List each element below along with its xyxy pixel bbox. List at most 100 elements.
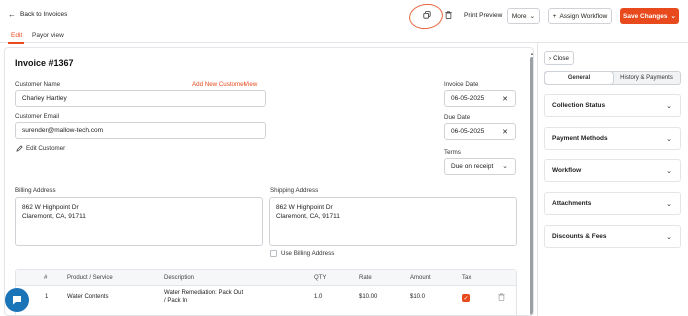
row-description-line-1: Water Remediation: Pack Out: [164, 290, 244, 296]
edit-customer-label: Edit Customer: [26, 145, 66, 152]
shipping-address-field[interactable]: 862 W Highpoint Dr Claremont, CA, 91711: [269, 197, 517, 246]
back-label: Back to Invoices: [20, 11, 68, 18]
invoice-form-panel: ▲ Invoice #1367 Customer Name Add New Cu…: [4, 47, 534, 316]
terms-select[interactable]: Due on receipt ⌄: [444, 158, 516, 175]
billing-address-label: Billing Address: [15, 187, 56, 194]
save-changes-button[interactable]: Save Changes ⌄: [620, 8, 679, 24]
row-rate[interactable]: $10.00: [359, 294, 377, 302]
col-description: Description: [164, 275, 195, 281]
tab-payor-view[interactable]: Payor view: [32, 32, 64, 39]
billing-line-2: Claremont, CA, 91711: [22, 213, 86, 220]
row-description[interactable]: Water Remediation: Pack Out / Pack In: [164, 290, 243, 305]
invoice-date-field[interactable]: 06-05-2025 ✕: [444, 90, 516, 107]
chevron-down-icon: ⌄: [666, 168, 672, 175]
section-title: Collection Status: [552, 102, 606, 109]
use-billing-label: Use Billing Address: [281, 250, 335, 257]
view-tabs: Edit Payor view: [0, 30, 688, 44]
col-number: #: [44, 275, 48, 281]
customer-name-value: Charley Hartley: [22, 95, 67, 102]
col-rate: Rate: [359, 275, 372, 281]
chevron-down-icon: ⌄: [666, 136, 672, 143]
scrollbar[interactable]: [530, 57, 533, 315]
due-date-field[interactable]: 06-05-2025 ✕: [444, 123, 516, 140]
shipping-address-label: Shipping Address: [270, 187, 319, 194]
active-tab-indicator: [8, 42, 24, 44]
tab-edit[interactable]: Edit: [11, 32, 22, 39]
back-to-invoices-link[interactable]: ← Back to Invoices: [8, 9, 68, 19]
billing-line-1: 862 W Highpoint Dr: [22, 204, 79, 211]
top-bar: ← Back to Invoices Print Preview More ⌄ …: [0, 0, 688, 32]
more-label: More: [511, 12, 527, 20]
clear-icon[interactable]: ✕: [502, 128, 508, 136]
row-amount: $10.0: [410, 294, 426, 300]
row-number: 1: [45, 294, 49, 300]
arrow-left-icon: ←: [8, 9, 16, 19]
section-title: Payment Methods: [552, 135, 608, 142]
collection-status-section[interactable]: Collection Status ⌄: [544, 94, 681, 117]
chevron-right-icon: ›: [549, 54, 552, 62]
chat-support-button[interactable]: [5, 288, 29, 312]
due-date-value: 06-05-2025: [451, 128, 485, 135]
col-qty: QTY: [314, 275, 327, 281]
sidebar-divider: [537, 43, 538, 316]
add-new-customer-link[interactable]: Add New Customer: [192, 81, 246, 88]
discounts-fees-section[interactable]: Discounts & Fees ⌄: [544, 225, 681, 248]
line-items-table: # Product / Service Description QTY Rate…: [15, 269, 517, 315]
chevron-down-icon: ⌄: [502, 163, 508, 170]
workflow-section[interactable]: Workflow ⌄: [544, 159, 681, 182]
customer-email-field[interactable]: surender@mallow-tech.com: [15, 122, 266, 139]
chevron-down-icon: ⌄: [666, 234, 672, 241]
assign-workflow-button[interactable]: + Assign Workflow: [548, 8, 612, 24]
tab-general[interactable]: General: [545, 72, 613, 84]
assign-label: Assign Workflow: [559, 12, 608, 20]
customer-email-label: Customer Email: [15, 113, 60, 120]
more-dropdown-button[interactable]: More ⌄: [507, 8, 540, 24]
duplicate-icon[interactable]: [423, 11, 431, 19]
checkbox[interactable]: [270, 250, 277, 257]
chevron-down-icon: ⌄: [529, 13, 536, 20]
clear-icon[interactable]: ✕: [502, 95, 508, 103]
billing-address-field[interactable]: 862 W Highpoint Dr Claremont, CA, 91711: [15, 197, 263, 246]
section-title: Attachments: [552, 200, 592, 207]
close-label: Close: [553, 54, 569, 62]
shipping-line-1: 862 W Highpoint Dr: [276, 204, 333, 211]
invoice-date-value: 06-05-2025: [451, 95, 485, 102]
section-title: Workflow: [552, 167, 582, 174]
invoice-title: Invoice #1367: [15, 58, 74, 68]
chevron-down-icon: ⌄: [666, 103, 672, 110]
payment-methods-section[interactable]: Payment Methods ⌄: [544, 127, 681, 150]
trash-icon[interactable]: [498, 293, 505, 301]
chat-icon: [13, 296, 21, 305]
row-product[interactable]: Water Contents: [67, 294, 108, 302]
plus-icon: +: [552, 12, 557, 20]
invoice-date-label: Invoice Date: [444, 81, 479, 88]
customer-email-value: surender@mallow-tech.com: [22, 127, 104, 134]
section-title: Discounts & Fees: [552, 233, 607, 240]
row-description-line-2: / Pack In: [164, 297, 188, 304]
col-amount: Amount: [410, 275, 431, 281]
due-date-label: Due Date: [444, 114, 471, 121]
save-label: Save Changes: [623, 12, 668, 20]
terms-value: Due on receipt: [451, 163, 494, 170]
tax-checkbox-checked[interactable]: ✓: [462, 294, 470, 302]
trash-icon[interactable]: [445, 11, 452, 19]
print-preview-button[interactable]: Print Preview: [464, 12, 502, 19]
chevron-down-icon: ⌄: [670, 13, 676, 20]
sidebar-segmented-control: General History & Payments: [544, 71, 681, 85]
chevron-down-icon: ⌄: [666, 201, 672, 208]
view-customer-link[interactable]: View: [244, 81, 257, 88]
use-billing-address-checkbox[interactable]: Use Billing Address: [270, 250, 334, 257]
row-qty[interactable]: 1.0: [314, 294, 322, 302]
table-header: # Product / Service Description QTY Rate…: [16, 270, 516, 286]
attachments-section[interactable]: Attachments ⌄: [544, 192, 681, 215]
customer-name-label: Customer Name: [15, 81, 61, 88]
terms-label: Terms: [444, 149, 461, 156]
shipping-line-2: Claremont, CA, 91711: [276, 213, 340, 220]
edit-customer-link[interactable]: Edit Customer: [16, 145, 65, 152]
tab-history-payments[interactable]: History & Payments: [613, 72, 680, 84]
close-sidebar-button[interactable]: › Close: [544, 51, 574, 65]
col-product: Product / Service: [67, 275, 113, 281]
customer-name-field[interactable]: Charley Hartley: [15, 90, 266, 107]
pencil-icon: [16, 145, 23, 152]
scroll-up-icon[interactable]: ▲: [530, 51, 533, 56]
